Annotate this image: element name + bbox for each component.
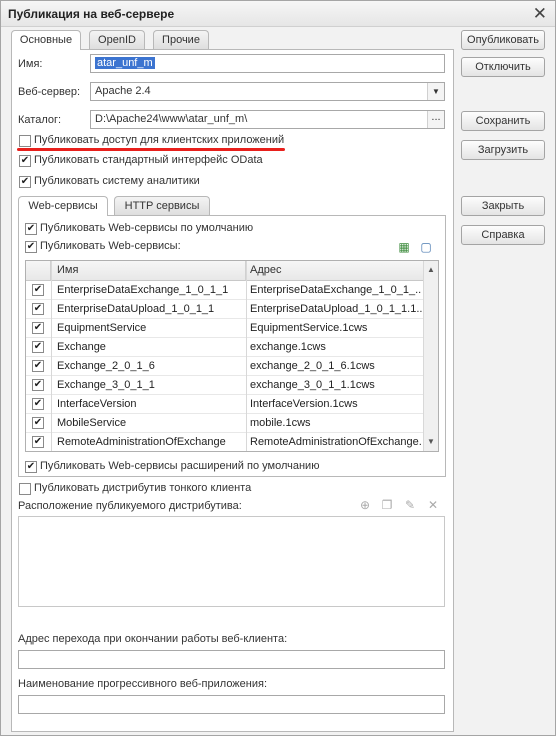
publish-ws-label: Публиковать Web-сервисы: [40,240,181,252]
check-all-icon[interactable]: ▦ [396,239,412,255]
tab-other[interactable]: Прочие [153,30,209,49]
table-row[interactable]: ✔ Exchange_3_0_1_1 exchange_3_0_1_1.1cws [26,376,424,395]
copy-icon[interactable]: ❐ [379,497,395,513]
browse-button[interactable]: ... [427,111,444,128]
row-name: MobileService [57,417,127,429]
pwa-field[interactable] [18,695,445,714]
odata-checkbox[interactable]: ✔ [19,155,31,167]
unpublish-button[interactable]: Отключить [461,57,545,77]
ext-ws-checkbox[interactable]: ✔ [25,461,37,473]
delete-icon[interactable]: ✕ [425,497,441,513]
column-header-address[interactable]: Адрес [246,261,424,281]
tab-http-services[interactable]: HTTP сервисы [114,196,210,215]
row-checkbox[interactable]: ✔ [32,322,44,334]
thin-client-label: Публиковать дистрибутив тонкого клиента [34,482,252,494]
row-checkbox[interactable]: ✔ [32,360,44,372]
row-address: exchange_2_0_1_6.1cws [250,360,375,372]
publish-button[interactable]: Опубликовать [461,30,545,50]
row-name: Exchange_3_0_1_1 [57,379,155,391]
redirect-field[interactable] [18,650,445,669]
distribution-location-label: Расположение публикуемого дистрибутива: [18,500,242,512]
dropdown-arrow-icon[interactable]: ▼ [427,83,444,100]
row-address: exchange_3_0_1_1.1cws [250,379,375,391]
table-row[interactable]: ✔ Exchange_2_0_1_6 exchange_2_0_1_6.1cws [26,357,424,376]
table-row[interactable]: ✔ EquipmentService EquipmentService.1cws [26,319,424,338]
name-field[interactable]: atar_unf_m [90,54,445,73]
column-header-check [26,261,51,281]
save-button[interactable]: Сохранить [461,111,545,131]
tab-openid[interactable]: OpenID [89,30,145,49]
table-row[interactable]: ✔ RemoteAdministrationOfExchange RemoteAdm… [26,433,424,451]
table-row[interactable]: ✔ Exchange exchange.1cws [26,338,424,357]
help-button[interactable]: Справка [461,225,545,245]
table-scrollbar[interactable]: ▲ ▼ [423,261,438,451]
pwa-label: Наименование прогрессивного веб-приложен… [18,678,268,690]
row-checkbox[interactable]: ✔ [32,284,44,296]
server-select[interactable]: Apache 2.4 ▼ [90,82,445,101]
tab-main[interactable]: Основные [11,30,81,50]
row-name: InterfaceVersion [57,398,137,410]
name-value: atar_unf_m [95,57,155,69]
table-row[interactable]: ✔ MobileService mobile.1cws [26,414,424,433]
row-checkbox[interactable]: ✔ [32,303,44,315]
row-name: Exchange_2_0_1_6 [57,360,155,372]
default-ws-checkbox[interactable]: ✔ [25,223,37,235]
server-value: Apache 2.4 [95,85,151,97]
row-address: EnterpriseDataExchange_1_0_1_... [250,284,422,296]
row-checkbox[interactable]: ✔ [32,398,44,410]
name-label: Имя: [18,58,43,70]
close-button[interactable]: Закрыть [461,196,545,216]
row-address: InterfaceVersion.1cws [250,398,358,410]
window-title: Публикация на веб-сервере [8,7,175,21]
client-apps-label: Публиковать доступ для клиентских прилож… [34,134,285,146]
analytics-label: Публиковать систему аналитики [34,175,200,187]
column-header-name[interactable]: Имя [51,261,246,281]
title-bar: Публикация на веб-сервере ✕ [1,1,555,27]
ext-ws-label: Публиковать Web-сервисы расширений по ум… [40,460,320,472]
server-label: Веб-сервер: [18,86,81,98]
row-name: EnterpriseDataUpload_1_0_1_1 [57,303,215,315]
row-address: mobile.1cws [250,417,311,429]
catalog-field[interactable]: D:\Apache24\www\atar_unf_m\ ... [90,110,445,129]
table-row[interactable]: ✔ EnterpriseDataExchange_1_0_1_1 Enterpris… [26,281,424,300]
tab-web-services[interactable]: Web-сервисы [18,196,108,216]
row-checkbox[interactable]: ✔ [32,341,44,353]
edit-icon[interactable]: ✎ [402,497,418,513]
row-name: Exchange [57,341,106,353]
publish-ws-checkbox[interactable]: ✔ [25,241,37,253]
red-underline [17,148,285,151]
uncheck-all-icon[interactable]: ▢ [418,239,434,255]
row-checkbox[interactable]: ✔ [32,379,44,391]
add-icon[interactable]: ⊕ [357,497,373,513]
column-divider [246,261,247,451]
row-address: EnterpriseDataUpload_1_0_1_1.1... [250,303,422,315]
catalog-value: D:\Apache24\www\atar_unf_m\ [95,113,248,125]
scroll-down-icon[interactable]: ▼ [427,437,435,446]
thin-client-checkbox[interactable] [19,483,31,495]
table-row[interactable]: ✔ InterfaceVersion InterfaceVersion.1cws [26,395,424,414]
row-address: EquipmentService.1cws [250,322,368,334]
column-divider [51,261,52,451]
row-name: EnterpriseDataExchange_1_0_1_1 [57,284,229,296]
row-name: EquipmentService [57,322,147,334]
odata-label: Публиковать стандартный интерфейс OData [34,154,263,166]
row-checkbox[interactable]: ✔ [32,417,44,429]
row-address: exchange.1cws [250,341,326,353]
redirect-label: Адрес перехода при окончании работы веб-… [18,633,288,645]
load-button[interactable]: Загрузить [461,140,545,160]
table-row[interactable]: ✔ EnterpriseDataUpload_1_0_1_1 EnterpriseD… [26,300,424,319]
scroll-up-icon[interactable]: ▲ [427,265,435,274]
publish-dialog: Публикация на веб-сервере ✕ Основные Ope… [0,0,556,736]
close-icon[interactable]: ✕ [533,4,547,24]
distribution-list[interactable] [18,516,445,607]
catalog-label: Каталог: [18,114,62,126]
analytics-checkbox[interactable]: ✔ [19,176,31,188]
row-checkbox[interactable]: ✔ [32,436,44,448]
web-services-table: Имя Адрес ✔ EnterpriseDataExchange_1_0_1_… [25,260,439,452]
row-address: RemoteAdministrationOfExchange... [250,436,422,448]
default-ws-label: Публиковать Web-сервисы по умолчанию [40,222,254,234]
row-name: RemoteAdministrationOfExchange [57,436,226,448]
client-apps-checkbox[interactable] [19,135,31,147]
